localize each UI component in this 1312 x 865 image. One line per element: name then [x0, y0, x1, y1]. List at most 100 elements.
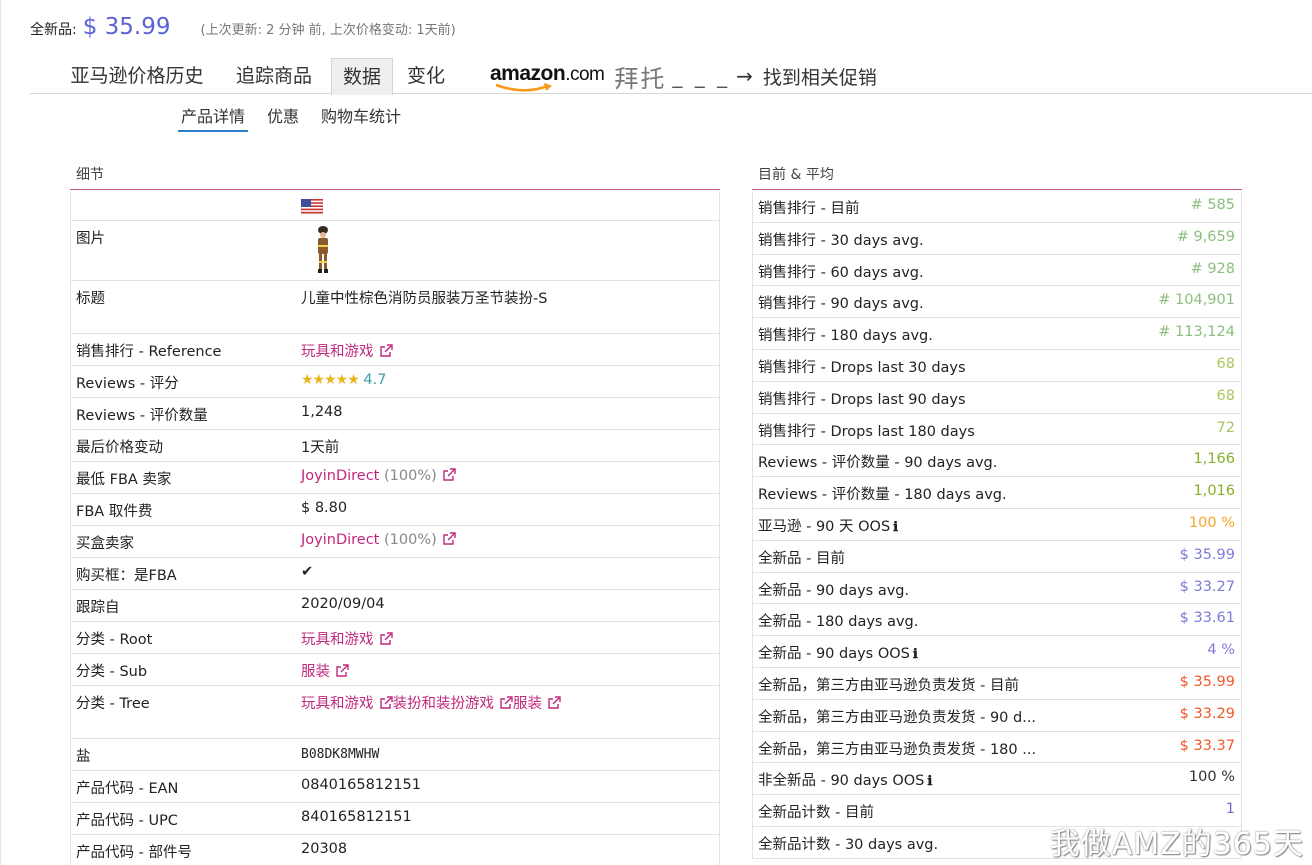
price-label: 全新品:: [30, 22, 77, 38]
details-heading: 细节: [70, 162, 720, 190]
metric-label: Reviews - 评价数量 - 180 days avg.: [758, 487, 1007, 504]
find-promotions-link[interactable]: 找到相关促销: [763, 63, 877, 90]
table-row: Reviews - 评分 ★★★★★ 4.7: [71, 366, 719, 398]
table-row: Reviews - 评价数量 - 180 days avg. 1,016: [753, 477, 1241, 509]
metric-value: 100 %: [1188, 514, 1235, 531]
category-root-label: 分类 - Root: [76, 632, 153, 648]
metric-value: 68: [1216, 355, 1235, 372]
subtab-deals[interactable]: 优惠: [264, 106, 302, 132]
star-rating-icon: ★★★★★: [301, 372, 360, 388]
metric-value: $ 33.37: [1179, 737, 1235, 754]
metric-value: 1,016: [1193, 483, 1235, 500]
metric-value: 72: [1216, 419, 1235, 436]
metric-label: 全新品 - 90 days avg.: [758, 582, 910, 599]
table-row: 销售排行 - 30 days avg. # 9,659: [753, 223, 1241, 255]
title-value: 儿童中性棕色消防员服装万圣节装扮-S: [301, 291, 548, 307]
info-icon[interactable]: ℹ: [893, 520, 898, 535]
sub-tabs: 产品详情 优惠 购物车统计: [178, 106, 420, 134]
table-row: 产品代码 - 部件号 20308: [71, 835, 719, 865]
subtab-cart-stats[interactable]: 购物车统计: [318, 106, 404, 132]
metric-label: 销售排行 - Drops last 180 days: [758, 423, 975, 440]
table-row: 全新品，第三方由亚马逊负责发货 - 90 d... $ 33.29: [753, 700, 1241, 732]
metric-value: # 585: [1190, 197, 1235, 213]
table-row: 销售排行 - 90 days avg. # 104,901: [753, 286, 1241, 319]
metric-value: 1: [1225, 801, 1235, 818]
ean-label: 产品代码 - EAN: [76, 781, 179, 797]
metric-value: # 9,659: [1176, 228, 1235, 245]
table-row: 最后价格变动 1天前: [71, 430, 719, 462]
buybox-is-fba-label: 购买框：是FBA: [76, 568, 177, 584]
rank-reference-link[interactable]: 玩具和游戏: [301, 340, 393, 361]
metric-label: 销售排行 - 目前: [758, 201, 860, 217]
metric-label: 销售排行 - 30 days avg.: [758, 232, 924, 249]
table-row: 非全新品 - 90 days OOS ℹ 100 %: [753, 763, 1241, 796]
tracked-since-value: 2020/09/04: [301, 596, 385, 612]
review-count-label: Reviews - 评价数量: [76, 408, 208, 424]
info-icon[interactable]: ℹ: [913, 647, 918, 662]
table-row: 销售排行 - 180 days avg. # 113,124: [753, 318, 1241, 350]
metric-value: # 928: [1190, 260, 1235, 277]
table-row: 购买框：是FBA ✔: [71, 558, 719, 590]
table-row: 全新品，第三方由亚马逊负责发货 - 目前 $ 35.99: [753, 668, 1241, 700]
table-row: Reviews - 评价数量 - 90 days avg. 1,166: [753, 445, 1241, 478]
table-row: 销售排行 - 目前 # 585: [753, 191, 1241, 223]
metric-label: 非全新品 - 90 days OOS ℹ: [758, 773, 933, 790]
arrow-right-icon: →: [736, 64, 753, 88]
metric-label: 全新品，第三方由亚马逊负责发货 - 90 d...: [758, 709, 1037, 726]
metric-label: 销售排行 - Drops last 90 days: [758, 391, 966, 408]
price-value: $ 35.99: [82, 14, 171, 40]
table-row: Reviews - 评价数量 1,248: [71, 398, 719, 430]
asin-label: 盐: [76, 749, 91, 765]
brand-blank: _ _ _: [672, 64, 731, 88]
info-icon[interactable]: ℹ: [927, 774, 932, 789]
table-row: FBA 取件费 $ 8.80: [71, 494, 719, 526]
external-link-icon: [443, 468, 456, 481]
metric-label: 亚马逊 - 90 天 OOS ℹ: [758, 518, 899, 535]
category-tree-links[interactable]: 玩具和游戏 装扮和装扮游戏 服装: [301, 692, 561, 713]
fba-fee-label: FBA 取件费: [76, 504, 153, 520]
category-sub-link[interactable]: 服装: [301, 660, 349, 681]
upc-value: 840165812151: [301, 809, 412, 825]
title-label: 标题: [76, 291, 105, 307]
subtab-product-details[interactable]: 产品详情: [178, 106, 249, 132]
lowest-fba-seller-link[interactable]: JoyinDirect (100%): [301, 468, 456, 484]
tab-price-history[interactable]: 亚马逊价格历史: [58, 58, 216, 94]
tab-track-product[interactable]: 追踪商品: [226, 58, 322, 94]
table-row: 销售排行 - 60 days avg. # 928: [753, 255, 1241, 287]
external-link-icon: [379, 632, 393, 645]
metric-value: $ 35.99: [1179, 546, 1235, 563]
metric-label: 销售排行 - 90 days avg.: [758, 296, 924, 313]
category-root-link[interactable]: 玩具和游戏: [301, 628, 393, 649]
tab-changes[interactable]: 变化: [398, 58, 454, 94]
metric-label: Reviews - 评价数量 - 90 days avg.: [758, 455, 998, 472]
metric-label: 全新品，第三方由亚马逊负责发货 - 180 ...: [758, 741, 1037, 758]
tab-data[interactable]: 数据: [331, 58, 393, 95]
metric-value: 100 %: [1188, 769, 1235, 786]
price-header: 全新品: $ 35.99 (上次更新: 2 分钟 前, 上次价格变动: 1天前): [30, 14, 456, 48]
table-row: 跟踪自 2020/09/04: [71, 590, 719, 622]
external-link-icon: [500, 696, 513, 709]
rating-value: ★★★★★ 4.7: [301, 372, 387, 388]
metric-label: 全新品 - 90 days OOS ℹ: [758, 646, 918, 663]
external-link-icon: [379, 344, 393, 357]
metric-value: $ 33.61: [1179, 610, 1235, 627]
table-row: 盐 B08DK8MWHW: [71, 739, 719, 771]
category-tree-link-2: 装扮和装扮游戏: [392, 696, 495, 712]
averages-table: 销售排行 - 目前 # 585 销售排行 - 30 days avg. # 9,65…: [752, 191, 1242, 859]
metric-label: 全新品 - 目前: [758, 550, 845, 567]
category-sub-label: 分类 - Sub: [76, 664, 148, 680]
fba-fee-value: $ 8.80: [301, 500, 348, 516]
table-row: 销售排行 - Drops last 90 days 68: [753, 382, 1241, 414]
category-tree-link-3: 服装: [513, 696, 542, 712]
table-row: 亚马逊 - 90 天 OOS ℹ 100 %: [753, 509, 1241, 541]
tracked-since-label: 跟踪自: [76, 600, 120, 616]
external-link-icon: [548, 696, 561, 709]
part-number-label: 产品代码 - 部件号: [76, 845, 192, 861]
buybox-seller-label: 买盒卖家: [76, 536, 134, 552]
review-count-value: 1,248: [301, 404, 343, 420]
table-row: 最低 FBA 卖家 JoyinDirect (100%): [71, 462, 719, 494]
product-image: [315, 225, 331, 279]
table-row: 全新品，第三方由亚马逊负责发货 - 180 ... $ 33.37: [753, 732, 1241, 764]
ean-value: 0840165812151: [301, 777, 421, 793]
buybox-seller-link[interactable]: JoyinDirect (100%): [301, 532, 456, 548]
